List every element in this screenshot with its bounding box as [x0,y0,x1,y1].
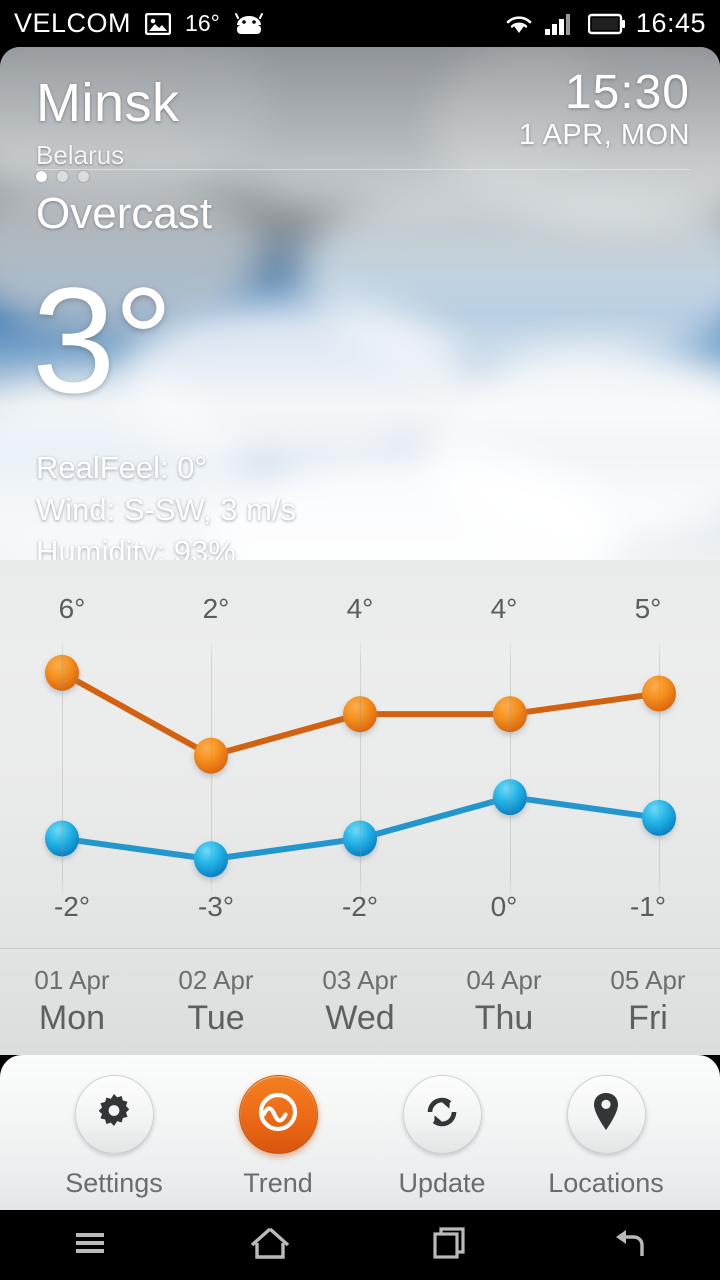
forecast-day[interactable]: 02 Apr Tue [144,963,288,1039]
local-date: 1 APR, MON [519,119,690,151]
image-icon [144,12,172,35]
status-bar-right: 16:45 [504,8,706,39]
low-temp-value: -1° [629,891,667,922]
forecast-day-row: 01 Apr Mon 02 Apr Tue 03 Apr Wed 04 Apr … [0,948,720,1039]
gridline [62,638,63,898]
menu-button[interactable] [0,1227,180,1264]
forecast-day[interactable]: 04 Apr Thu [432,963,576,1039]
high-temp-value: 6° [58,593,86,624]
forecast-weekday-label: Tue [187,999,245,1038]
battery-icon [587,13,626,35]
trend-button-label: Trend [243,1168,313,1198]
home-icon [248,1224,292,1267]
low-temp-value: -2° [341,891,379,922]
gear-icon [92,1090,136,1139]
bottom-toolbar: Settings Trend Update Locations [0,1055,720,1210]
android-icon [234,12,264,36]
home-button[interactable] [180,1224,360,1267]
forecast-day[interactable]: 01 Apr Mon [0,963,144,1039]
carrier-label: VELCOM [14,8,132,38]
current-weather-card[interactable]: Minsk Belarus Overcast 15:30 1 APR, MON … [0,47,720,560]
realfeel-label: RealFeel: 0° [36,450,207,485]
settings-button-label: Settings [65,1168,163,1198]
status-clock: 16:45 [635,8,706,38]
forecast-date-label: 05 Apr [610,965,686,995]
low-temp-value: -2° [53,891,91,922]
high-temp-value: 4° [490,593,518,624]
locations-button[interactable]: Locations [548,1075,664,1199]
high-temp-value: 5° [634,593,662,624]
back-button[interactable] [540,1224,720,1267]
refresh-icon [420,1090,464,1139]
page-dot-2[interactable] [57,171,68,182]
forecast-date-label: 02 Apr [178,965,254,995]
settings-button-surface[interactable] [74,1075,154,1154]
temperature-line-chart [0,638,720,898]
forecast-weekday-label: Thu [474,999,534,1038]
trend-button-surface[interactable] [238,1075,318,1154]
recents-icon [429,1224,471,1267]
condition-label: Overcast [36,189,213,238]
gridline [510,638,511,898]
high-temperature-row: 6° 2° 4° 4° 5° [0,593,720,625]
update-button[interactable]: Update [392,1075,492,1199]
forecast-day[interactable]: 05 Apr Fri [576,963,720,1039]
trend-chart-panel[interactable]: 6° 2° 4° 4° 5° -2° -3° -2° 0° -1° 01 Apr… [0,560,720,1055]
city-name: Minsk [36,73,180,133]
country-name: Belarus [36,140,125,170]
phone-screen: VELCOM 16° 16:45 Minsk Belarus Overcast … [0,0,720,1280]
android-nav-bar [0,1210,720,1280]
forecast-date-label: 01 Apr [34,965,110,995]
forecast-weekday-label: Wed [325,999,395,1038]
cellular-signal-icon [544,12,578,36]
forecast-date-label: 04 Apr [466,965,542,995]
humidity-label: Humidity: 93% [36,533,236,560]
weather-details: RealFeel: 0° Wind: S-SW, 3 m/s Humidity:… [36,447,296,560]
divider [36,169,690,170]
gridline [211,638,212,898]
high-temp-value: 2° [202,593,230,624]
trend-button[interactable]: Trend [228,1075,328,1199]
status-bar-left: VELCOM 16° [14,8,264,39]
page-indicator[interactable] [36,171,89,182]
update-button-surface[interactable] [402,1075,482,1154]
low-temp-value: 0° [490,891,518,922]
wifi-icon [504,12,534,36]
page-dot-3[interactable] [78,171,89,182]
status-bar: VELCOM 16° 16:45 [0,0,720,47]
high-temp-value: 4° [346,593,374,624]
update-button-label: Update [398,1168,486,1198]
status-temperature: 16° [185,10,220,36]
forecast-date-label: 03 Apr [322,965,398,995]
local-time: 15:30 [564,66,690,119]
current-temperature: 3° [32,256,173,424]
wind-label: Wind: S-SW, 3 m/s [36,491,297,527]
locations-button-surface[interactable] [566,1075,646,1154]
map-pin-icon [585,1089,627,1140]
recents-button[interactable] [360,1224,540,1267]
trend-icon [253,1087,303,1142]
forecast-weekday-label: Fri [628,999,668,1038]
low-temp-value: -3° [197,891,235,922]
back-icon [608,1224,652,1267]
forecast-weekday-label: Mon [38,999,106,1038]
gridline [360,638,361,898]
page-dot-1[interactable] [36,171,47,182]
settings-button[interactable]: Settings [64,1075,164,1199]
gridline [659,638,660,898]
menu-icon [70,1227,110,1264]
locations-button-label: Locations [548,1168,664,1198]
forecast-day[interactable]: 03 Apr Wed [288,963,432,1039]
low-temperature-row: -2° -3° -2° 0° -1° [0,891,720,923]
